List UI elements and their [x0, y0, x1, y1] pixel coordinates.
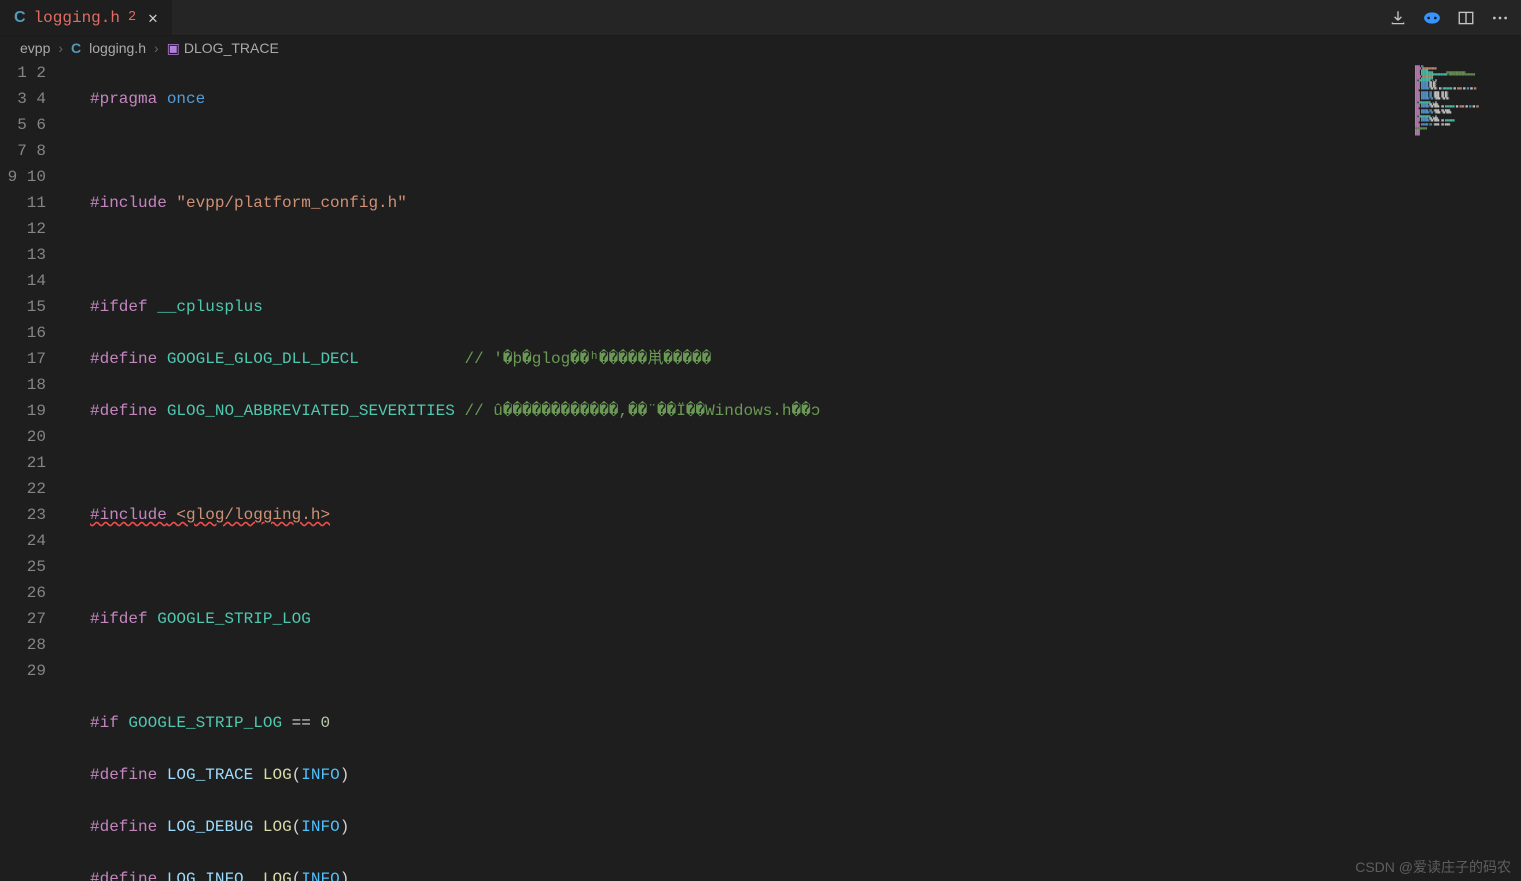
code-line[interactable]: #pragma once: [90, 86, 1521, 112]
code-line[interactable]: #define LOG_DEBUG LOG(INFO): [90, 814, 1521, 840]
code-line[interactable]: [90, 554, 1521, 580]
editor-actions: [1389, 9, 1521, 27]
minimap[interactable]: ████ ██ █████ ████████████ ████ ██████ █…: [1411, 60, 1521, 180]
symbol-constant-icon: ▣: [167, 40, 180, 57]
code-line[interactable]: #define LOG_INFO LOG(INFO): [90, 866, 1521, 881]
function: LOG: [263, 766, 292, 784]
chevron-right-icon: ›: [154, 40, 159, 56]
c-file-icon: C: [14, 9, 26, 27]
macro: GOOGLE_STRIP_LOG: [157, 610, 311, 628]
constant: INFO: [301, 870, 339, 881]
macro: GOOGLE_STRIP_LOG: [128, 714, 282, 732]
code-line[interactable]: #ifdef __cplusplus: [90, 294, 1521, 320]
breadcrumb-folder[interactable]: evpp: [20, 40, 50, 56]
include-path: <glog/logging.h>: [167, 506, 330, 524]
tab-modified-badge: 2: [128, 10, 136, 25]
breadcrumb[interactable]: evpp › C logging.h › ▣ DLOG_TRACE: [0, 36, 1521, 60]
macro: GLOG_NO_ABBREVIATED_SEVERITIES: [167, 402, 455, 420]
directive: #if: [90, 714, 119, 732]
function: LOG: [263, 818, 292, 836]
string: "evpp/platform_config.h": [176, 194, 406, 212]
directive: #include: [90, 506, 167, 524]
directive: #define: [90, 818, 157, 836]
pad: [359, 350, 465, 368]
function: LOG: [263, 870, 292, 881]
constant: INFO: [301, 766, 339, 784]
more-icon[interactable]: [1491, 9, 1509, 27]
code-content[interactable]: #pragma once #include "evpp/platform_con…: [90, 60, 1521, 881]
define-name: LOG_DEBUG: [167, 818, 253, 836]
comment: // '�þ�glog��ʰ�����鼡�����: [464, 350, 711, 368]
macro: __cplusplus: [157, 298, 263, 316]
directive: #include: [90, 194, 167, 212]
line-number-gutter: 1 2 3 4 5 6 7 8 9 10 11 12 13 14 15 16 1…: [0, 60, 70, 684]
directive: #define: [90, 870, 157, 881]
directive: #ifdef: [90, 610, 148, 628]
tab-logging-h[interactable]: C logging.h 2 ✕: [0, 0, 173, 35]
tab-group: C logging.h 2 ✕: [0, 0, 173, 35]
split-editor-icon[interactable]: [1457, 9, 1475, 27]
code-line[interactable]: #define LOG_TRACE LOG(INFO): [90, 762, 1521, 788]
code-line[interactable]: #include <glog/logging.h>: [90, 502, 1521, 528]
code-line[interactable]: [90, 242, 1521, 268]
download-icon[interactable]: [1389, 9, 1407, 27]
code-line[interactable]: #define GLOG_NO_ABBREVIATED_SEVERITIES /…: [90, 398, 1521, 424]
c-file-icon: C: [71, 40, 81, 56]
code-line[interactable]: #if GOOGLE_STRIP_LOG == 0: [90, 710, 1521, 736]
code-editor[interactable]: 1 2 3 4 5 6 7 8 9 10 11 12 13 14 15 16 1…: [0, 60, 1521, 881]
close-icon[interactable]: ✕: [144, 8, 162, 28]
directive: #define: [90, 402, 157, 420]
define-name: LOG_TRACE: [167, 766, 253, 784]
constant: INFO: [301, 818, 339, 836]
code-line[interactable]: #include "evpp/platform_config.h": [90, 190, 1521, 216]
code-line[interactable]: [90, 138, 1521, 164]
breadcrumb-symbol-label: DLOG_TRACE: [184, 40, 279, 56]
tab-bar: C logging.h 2 ✕: [0, 0, 1521, 36]
code-line[interactable]: [90, 450, 1521, 476]
macro: GOOGLE_GLOG_DLL_DECL: [167, 350, 359, 368]
directive: #define: [90, 766, 157, 784]
define-name: LOG_INFO: [167, 870, 253, 881]
breadcrumb-file[interactable]: logging.h: [89, 40, 146, 56]
keyword: once: [167, 90, 205, 108]
chevron-right-icon: ›: [58, 40, 63, 56]
comment: // û������������,��¨��Ï��Windows.h��ɔ: [455, 402, 820, 420]
directive: #pragma: [90, 90, 157, 108]
copilot-icon[interactable]: [1423, 9, 1441, 27]
directive: #define: [90, 350, 157, 368]
directive: #ifdef: [90, 298, 148, 316]
breadcrumb-symbol[interactable]: ▣ DLOG_TRACE: [167, 40, 279, 57]
code-line[interactable]: #ifdef GOOGLE_STRIP_LOG: [90, 606, 1521, 632]
code-line[interactable]: #define GOOGLE_GLOG_DLL_DECL // '�þ�glog…: [90, 346, 1521, 372]
tab-title: logging.h: [34, 9, 120, 27]
operator: ==: [282, 714, 320, 732]
number: 0: [320, 714, 330, 732]
code-line[interactable]: [90, 658, 1521, 684]
